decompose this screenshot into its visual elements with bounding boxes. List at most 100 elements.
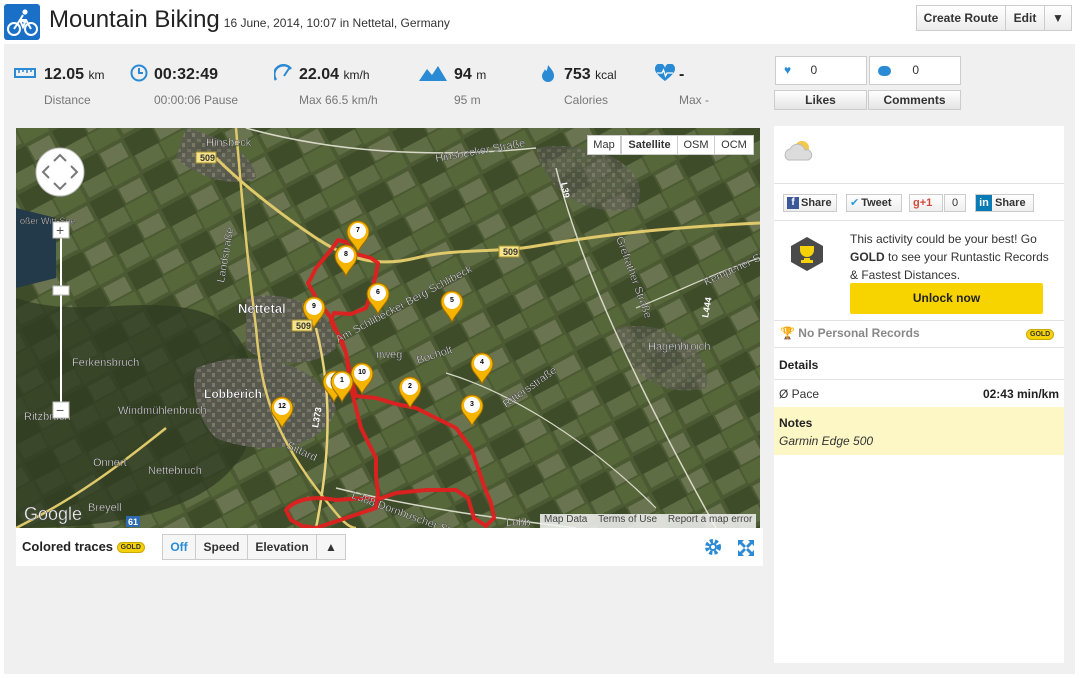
km-marker-label: 4: [480, 359, 484, 366]
route-map[interactable]: 121110987654321 Hinsbeck Hinsbecker Stra…: [16, 128, 760, 528]
stat-label: Distance: [44, 93, 91, 107]
triangle-up-icon: ▲: [325, 540, 337, 554]
caret-down-icon: ▼: [1052, 11, 1064, 25]
stat-unit: km/h: [343, 68, 370, 82]
mountain-icon: [418, 64, 448, 82]
colored-traces-label: Colored traces GOLD: [22, 539, 145, 554]
trace-speed-button[interactable]: Speed: [195, 534, 248, 560]
stat-unit: kcal: [595, 68, 617, 82]
map-type-map[interactable]: Map: [587, 135, 621, 155]
trace-off-button[interactable]: Off: [162, 534, 196, 560]
label-lobberich: Lobberich: [204, 387, 262, 401]
map-type-satellite[interactable]: Satellite: [621, 135, 678, 155]
comments-count: 0: [912, 63, 920, 77]
map-type-osm[interactable]: OSM: [677, 135, 715, 155]
edit-dropdown-button[interactable]: ▼: [1044, 5, 1072, 31]
km-marker-label: 2: [408, 383, 412, 390]
page-title: Mountain Biking 16 June, 2014, 10:07 in N…: [49, 6, 450, 34]
satellite-map[interactable]: 121110987654321 Hinsbeck Hinsbecker Stra…: [16, 128, 760, 528]
tweet-label: Tweet: [861, 197, 892, 209]
gplus-count: 0: [944, 194, 966, 212]
stat-value: 94: [454, 66, 472, 83]
clock-icon: [130, 64, 152, 82]
label-onnert: Onnert: [93, 457, 127, 469]
stat-distance: 12.05 km Distance: [44, 66, 105, 107]
label-hagenbroich: Hagenbroich: [648, 341, 710, 353]
stat-label: 00:00:06 Pause: [154, 93, 239, 107]
gold-badge: GOLD: [1026, 329, 1055, 340]
stat-unit: m: [476, 68, 487, 82]
pace-label: Ø Pace: [779, 387, 820, 401]
map-type-ocm[interactable]: OCM: [714, 135, 754, 155]
google-logo: Google: [24, 504, 82, 524]
cycling-activity-icon: [4, 4, 40, 40]
zoom-out-label: −: [56, 402, 64, 418]
twitter-icon: ✔: [850, 197, 860, 209]
gold-badge: GOLD: [116, 542, 145, 554]
edit-button[interactable]: Edit: [1005, 5, 1045, 31]
flame-icon: [540, 64, 562, 82]
shield-509-b: 509: [503, 247, 518, 257]
stat-label: Max -: [679, 93, 709, 107]
km-marker-label: 3: [470, 401, 474, 408]
terms-of-use-link[interactable]: Terms of Use: [598, 514, 657, 525]
tweet-button[interactable]: ✔ Tweet: [846, 194, 902, 212]
facebook-share-button[interactable]: f Share: [783, 194, 837, 212]
label-nettebruch: Nettebruch: [148, 465, 202, 477]
heart-rate-icon: [654, 63, 676, 82]
divider: [774, 183, 1064, 184]
linkedin-icon: in: [976, 195, 992, 211]
create-route-button[interactable]: Create Route: [916, 5, 1006, 31]
fullscreen-icon[interactable]: [736, 538, 756, 558]
km-marker-label: 5: [450, 297, 454, 304]
label-lobb: Lobb: [506, 517, 530, 528]
speedometer-icon: [273, 64, 296, 82]
stat-calories: 753 kcal Calories: [564, 66, 617, 107]
divider: [774, 320, 1064, 321]
trace-expand-button[interactable]: ▲: [316, 534, 346, 560]
divider: [774, 220, 1064, 221]
stat-label: Max 66.5 km/h: [299, 93, 378, 107]
details-heading: Details: [779, 358, 819, 372]
km-marker-label: 6: [376, 289, 380, 296]
promo-text: This activity could be your best! Go GOL…: [850, 230, 1050, 284]
map-pan-control[interactable]: [35, 147, 85, 197]
gplus-button[interactable]: g+1: [909, 194, 943, 212]
km-marker-label: 8: [344, 251, 348, 258]
notes-value: Garmin Edge 500: [779, 434, 874, 448]
divider: [774, 379, 1064, 380]
stat-label: Calories: [564, 93, 609, 107]
shield-509-c: 509: [296, 321, 311, 331]
map-footer: Map Data Terms of Use Report a map error: [540, 514, 757, 528]
shield-509-a: 509: [200, 153, 215, 163]
stat-value: 00:32:49: [154, 66, 219, 83]
map-data-link[interactable]: Map Data: [544, 514, 587, 525]
stat-elevation: 94 m 95 m: [454, 66, 486, 107]
promo-gold: GOLD: [850, 250, 885, 264]
unlock-now-button[interactable]: Unlock now: [850, 283, 1043, 314]
gplus-label: +1: [919, 197, 933, 209]
activity-subtitle: 16 June, 2014, 10:07 in Nettetal, German…: [223, 16, 450, 30]
no-records-row: 🏆 No Personal Records: [780, 326, 920, 340]
comments-count-box: 0: [869, 56, 961, 85]
stat-unit: km: [88, 68, 105, 82]
stat-heart-rate: - Max -: [679, 66, 709, 107]
linkedin-share-label: Share: [995, 197, 1026, 209]
shield-61: 61: [128, 517, 138, 527]
km-marker-label: 9: [312, 303, 316, 310]
facebook-share-label: Share: [801, 197, 832, 209]
comments-button[interactable]: Comments: [868, 90, 961, 110]
label-breyell: Breyell: [88, 502, 122, 514]
linkedin-share-button[interactable]: in Share: [975, 194, 1034, 212]
gear-icon[interactable]: [703, 537, 723, 557]
km-marker-label: 1: [340, 377, 344, 384]
report-map-error-link[interactable]: Report a map error: [668, 514, 752, 525]
ruler-icon: [14, 64, 36, 82]
speech-bubble-icon: [878, 65, 891, 76]
label-weg: nweg: [376, 349, 402, 361]
likes-button[interactable]: Likes: [774, 90, 867, 110]
zoom-handle[interactable]: [52, 285, 70, 296]
stat-value: -: [679, 66, 685, 83]
trace-elevation-button[interactable]: Elevation: [247, 534, 317, 560]
no-records-label: No Personal Records: [798, 326, 920, 340]
